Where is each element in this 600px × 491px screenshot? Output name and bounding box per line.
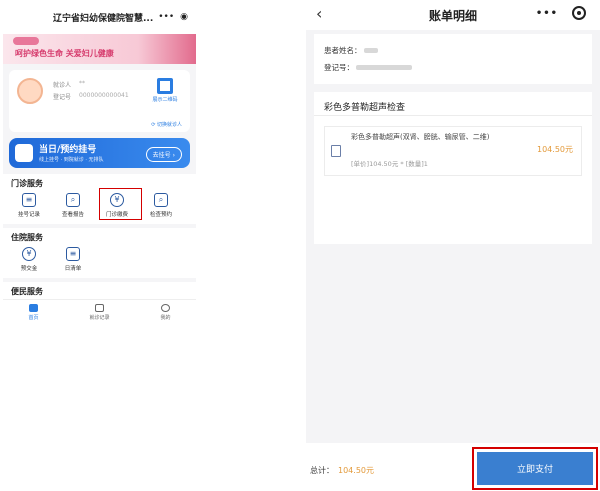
service-view-report[interactable]: ⌕ 查看报告 <box>61 193 85 218</box>
inpatient-section: 住院服务 ¥ 预交金 ≡ 日清单 <box>3 228 196 278</box>
patient-info-card: 患者姓名： 登记号： <box>314 34 592 84</box>
service-label: 检查预约 <box>149 212 172 218</box>
service-exam-booking[interactable]: ⌕ 检查预约 <box>149 193 173 218</box>
service-daily-list[interactable]: ≡ 日清单 <box>61 247 85 272</box>
service-deposit[interactable]: ¥ 预交金 <box>17 247 41 272</box>
show-qr-button[interactable]: 展示二维码 <box>150 78 180 103</box>
record-icon <box>94 304 104 312</box>
pay-footer: 总计： 104.50元 立即支付 <box>306 443 600 491</box>
patient-id-value: 0000000000041 <box>79 92 129 99</box>
avatar <box>17 78 43 104</box>
banner-slogan: 呵护绿色生命 关爱妇儿健康 <box>15 49 114 58</box>
bill-card: 彩色多普勒超声检查 彩色多普勒超声(双肾、膀胱、输尿管、二维) 104.50元 … <box>314 92 592 244</box>
masked-name <box>363 48 378 53</box>
register-record-icon: ≡ <box>22 193 36 207</box>
pay-highlight-box: 立即支付 <box>472 447 598 490</box>
go-register-label: 去挂号 <box>152 152 171 159</box>
user-icon <box>160 304 170 312</box>
patient-id-label: 登记号 <box>53 94 72 101</box>
switch-patient-button[interactable]: ⟳ 切换就诊人 <box>151 121 182 128</box>
masked-register-no <box>356 65 412 70</box>
bill-item: 彩色多普勒超声(双肾、膀胱、输尿管、二维) 104.50元 [单价]104.50… <box>324 126 582 176</box>
more-icon[interactable]: ••• <box>158 12 174 22</box>
tab-label: 我的 <box>160 315 171 321</box>
document-icon <box>331 145 341 157</box>
convenience-title: 便民服务 <box>11 287 43 296</box>
pay-now-button[interactable]: 立即支付 <box>477 452 593 485</box>
hospital-banner: 呵护绿色生命 关爱妇儿健康 <box>3 34 196 64</box>
service-label: 日清单 <box>64 266 82 272</box>
registration-icon <box>15 144 33 162</box>
report-icon: ⌕ <box>66 193 80 207</box>
patient-card[interactable]: 就诊人 ** 登记号 0000000000041 展示二维码 ⟳ 切换就诊人 <box>9 70 190 132</box>
service-outpatient-payment[interactable]: ¥ 门诊缴费 <box>99 188 142 220</box>
screenshot-stage: 辽宁省妇幼保健院智慧... ••• ◉ 呵护绿色生命 关爱妇儿健康 就诊人 **… <box>0 0 600 491</box>
patient-name-row: 就诊人 ** <box>53 80 85 89</box>
home-top-bar: 辽宁省妇幼保健院智慧... ••• ◉ <box>3 0 196 34</box>
nav-bar: ‹ 账单明细 ••• <box>306 0 600 30</box>
home-screen: 辽宁省妇幼保健院智慧... ••• ◉ 呵护绿色生命 关爱妇儿健康 就诊人 **… <box>3 0 196 325</box>
patient-name-row: 患者姓名： <box>324 42 582 59</box>
home-icon <box>28 304 38 312</box>
total-value: 104.50元 <box>338 466 374 475</box>
service-label: 预交金 <box>20 266 38 272</box>
inpatient-title: 住院服务 <box>11 233 43 242</box>
patient-id-row: 登记号 0000000000041 <box>53 92 129 101</box>
service-label: 查看报告 <box>61 212 84 218</box>
patient-name-label: 患者姓名： <box>324 46 362 55</box>
bill-item-meta: [单价]104.50元 * [数量]1 <box>351 160 428 168</box>
outpatient-section: 门诊服务 ≡ 挂号记录 ⌕ 查看报告 ¥ 门诊缴费 ⌕ 检查预约 <box>3 174 196 224</box>
bill-item-name: 彩色多普勒超声(双肾、膀胱、输尿管、二维) <box>351 133 490 141</box>
total-amount: 总计： 104.50元 <box>310 465 374 476</box>
hospital-logo <box>13 37 39 45</box>
patient-name-value: ** <box>79 80 86 87</box>
more-icon[interactable]: ••• <box>536 8 558 19</box>
bill-item-price: 104.50元 <box>537 145 573 154</box>
registration-subtitle: 线上挂号 · 到院就诊 · 无排队 <box>39 157 104 163</box>
highlight-box <box>99 188 142 220</box>
exam-booking-icon: ⌕ <box>154 193 168 207</box>
bill-section-title: 彩色多普勒超声检查 <box>314 92 592 116</box>
capsule-menu[interactable]: ••• <box>536 6 586 20</box>
bill-detail-screen: ‹ 账单明细 ••• 患者姓名： 登记号： 彩色多普勒超声检查 彩色多普勒超声(… <box>306 0 600 491</box>
register-no-row: 登记号： <box>324 59 582 76</box>
capsule-menu[interactable]: ••• ◉ <box>158 12 188 22</box>
deposit-icon: ¥ <box>22 247 36 261</box>
tab-label: 首页 <box>28 315 39 321</box>
home-title: 辽宁省妇幼保健院智慧... <box>53 13 154 24</box>
registration-banner[interactable]: 当日/预约挂号 线上挂号 · 到院就诊 · 无排队 去挂号 › <box>9 138 190 168</box>
register-no-label: 登记号： <box>324 63 354 72</box>
daily-list-icon: ≡ <box>66 247 80 261</box>
switch-patient-label: 切换就诊人 <box>156 122 182 128</box>
tab-home[interactable]: 首页 <box>28 304 39 321</box>
tab-bar: 首页 就诊记录 我的 <box>3 299 196 325</box>
service-label: 挂号记录 <box>17 212 40 218</box>
tab-visit-record[interactable]: 就诊记录 <box>89 304 110 321</box>
close-mini-icon[interactable]: ◉ <box>180 12 188 22</box>
total-label: 总计： <box>310 466 334 475</box>
tab-label: 就诊记录 <box>89 315 110 321</box>
patient-name-label: 就诊人 <box>53 82 72 89</box>
service-register-record[interactable]: ≡ 挂号记录 <box>17 193 41 218</box>
qr-label: 展示二维码 <box>152 97 178 103</box>
tab-mine[interactable]: 我的 <box>160 304 171 321</box>
registration-title: 当日/预约挂号 <box>39 145 97 155</box>
qr-code-icon <box>157 78 173 94</box>
go-register-button[interactable]: 去挂号 › <box>145 147 182 162</box>
close-circle-icon[interactable] <box>572 6 586 20</box>
